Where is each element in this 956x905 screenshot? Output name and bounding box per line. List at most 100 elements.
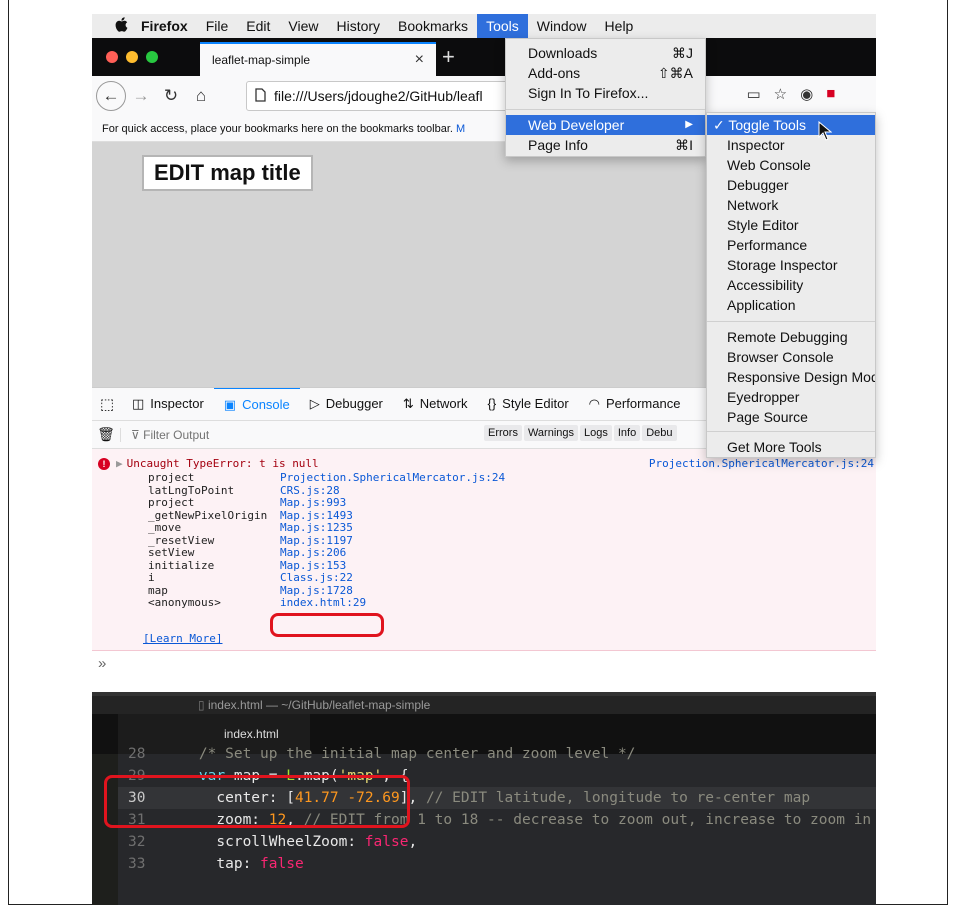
menu-tools[interactable]: Tools	[477, 14, 528, 38]
back-button[interactable]: ←	[96, 81, 126, 111]
apple-icon[interactable]	[110, 16, 132, 36]
url-text: file:///Users/jdoughe2/GitHub/leafl	[274, 88, 483, 104]
filter-info[interactable]: Info	[613, 425, 641, 441]
trash-icon[interactable]: 🗑	[92, 426, 120, 443]
close-window-button[interactable]	[106, 51, 118, 63]
menu-item-application[interactable]: Application	[707, 295, 875, 315]
tab-strip: leaflet-map-simple × +	[92, 38, 876, 76]
new-tab-button[interactable]: +	[442, 44, 455, 70]
menu-item-web-developer[interactable]: Web Developer ▶	[506, 115, 705, 135]
tab-console[interactable]: ▣ Console	[213, 388, 300, 420]
filter-logs[interactable]: Logs	[580, 425, 612, 441]
home-button[interactable]: ⌂	[186, 81, 216, 111]
menu-view[interactable]: View	[279, 14, 327, 38]
filter-errors[interactable]: Errors	[484, 425, 522, 441]
web-developer-submenu: ✓ Toggle Tools Inspector Web Console Deb…	[706, 112, 876, 458]
menu-item-debugger[interactable]: Debugger	[707, 175, 875, 195]
stack-frame: setView Map.js:206	[148, 546, 347, 559]
map-title: EDIT map title	[142, 155, 313, 191]
element-picker-icon[interactable]: ⬚	[92, 395, 122, 413]
navigation-toolbar: ← → ↻ ⌂ file:///Users/jdoughe2/GitHub/le…	[92, 76, 876, 116]
reload-button[interactable]: ↻	[156, 81, 186, 111]
stack-frame: project Map.js:993	[148, 496, 347, 509]
console-output: ! ▶ Uncaught TypeError: t is null Projec…	[92, 449, 876, 651]
error-icon: !	[98, 457, 110, 470]
console-input[interactable]: »	[92, 651, 876, 677]
minimize-window-button[interactable]	[126, 51, 138, 63]
code-line: 33 tap: false	[128, 856, 304, 872]
menu-separator	[707, 431, 875, 432]
page-icon	[255, 87, 266, 105]
macos-menubar: Firefox File Edit View History Bookmarks…	[92, 14, 876, 38]
highlight-annotation	[270, 613, 384, 637]
tools-menu: Downloads ⌘J Add-ons ⇧⌘A Sign In To Firefo…	[505, 38, 706, 157]
filter-debug[interactable]: Debu	[642, 425, 677, 441]
menu-edit[interactable]: Edit	[237, 14, 279, 38]
menu-item-storage-inspector[interactable]: Storage Inspector	[707, 255, 875, 275]
menu-item-style-editor[interactable]: Style Editor	[707, 215, 875, 235]
menu-item-responsive-design[interactable]: Responsive Design Mode	[707, 367, 875, 387]
menu-bookmarks[interactable]: Bookmarks	[389, 14, 477, 38]
stack-frame: _resetView Map.js:1197	[148, 533, 353, 547]
close-tab-icon[interactable]: ×	[415, 51, 424, 69]
network-icon: ⇅	[402, 396, 414, 411]
filter-warnings[interactable]: Warnings	[523, 425, 579, 441]
menu-item-eyedropper[interactable]: Eyedropper	[707, 387, 875, 407]
toolbar-icons: ☆ ▭ ☆ ◉ ■	[720, 85, 835, 103]
menu-history[interactable]: History	[327, 14, 389, 38]
filter-pills: Errors Warnings Logs Info Debu	[484, 425, 677, 441]
disclosure-triangle-icon[interactable]: ▶	[116, 457, 123, 470]
menu-item-sign-in[interactable]: Sign In To Firefox...	[506, 83, 705, 103]
stack-trace: project Projection.SphericalMercator.js:2…	[148, 471, 505, 609]
forward-button[interactable]: →	[126, 81, 156, 111]
file-icon: ▯	[198, 698, 208, 712]
menu-separator	[506, 109, 705, 110]
bookmarks-hint: For quick access, place your bookmarks h…	[102, 123, 453, 135]
menu-item-web-console[interactable]: Web Console	[707, 155, 875, 175]
code-line: 32 scrollWheelZoom: false,	[128, 834, 418, 850]
stack-frame: project Projection.SphericalMercator.js:2…	[148, 471, 506, 484]
url-bar[interactable]: file:///Users/jdoughe2/GitHub/leafl	[246, 81, 516, 111]
library-icon[interactable]: ☆	[774, 85, 787, 103]
extension-icon[interactable]: ■	[826, 85, 835, 103]
menu-item-page-info[interactable]: Page Info ⌘I	[506, 135, 705, 155]
learn-more-link[interactable]: [Learn More]	[143, 632, 222, 645]
error-source-link[interactable]: Projection.SphericalMercator.js:24	[649, 457, 874, 470]
menu-item-accessibility[interactable]: Accessibility	[707, 275, 875, 295]
menu-item-remote-debugging[interactable]: Remote Debugging	[707, 327, 875, 347]
editor-window-title: ▯ index.html — ~/GitHub/leaflet-map-simp…	[92, 692, 876, 714]
menu-firefox[interactable]: Firefox	[132, 14, 197, 38]
reader-view-icon[interactable]: ▭	[746, 85, 760, 103]
menu-item-add-ons[interactable]: Add-ons ⇧⌘A	[506, 63, 705, 83]
zoom-window-button[interactable]	[146, 51, 158, 63]
menu-help[interactable]: Help	[596, 14, 643, 38]
tab-performance[interactable]: ◠ Performance	[579, 388, 691, 420]
menu-item-inspector[interactable]: Inspector	[707, 135, 875, 155]
menu-window[interactable]: Window	[528, 14, 596, 38]
code-line: 28 /* Set up the initial map center and …	[128, 746, 636, 762]
tab-inspector[interactable]: ◫ Inspector	[122, 388, 214, 420]
bookmarks-manage-link[interactable]: M	[456, 123, 465, 135]
menu-separator	[707, 321, 875, 322]
account-icon[interactable]: ◉	[800, 85, 813, 103]
menu-item-get-more-tools[interactable]: Get More Tools	[707, 437, 875, 457]
tab-network[interactable]: ⇅ Network	[393, 388, 478, 420]
menu-file[interactable]: File	[197, 14, 238, 38]
menu-item-performance[interactable]: Performance	[707, 235, 875, 255]
browser-tab[interactable]: leaflet-map-simple ×	[200, 42, 436, 76]
menu-item-toggle-tools[interactable]: ✓ Toggle Tools	[707, 115, 875, 135]
menu-item-network[interactable]: Network	[707, 195, 875, 215]
tab-title: leaflet-map-simple	[212, 53, 311, 67]
error-message[interactable]: ! ▶ Uncaught TypeError: t is null	[98, 457, 319, 470]
stack-frame: _getNewPixelOrigin Map.js:1493	[148, 508, 353, 522]
filter-input[interactable]: ⊽ Filter Output	[120, 427, 209, 442]
menu-item-page-source[interactable]: Page Source	[707, 407, 875, 427]
menu-item-browser-console[interactable]: Browser Console	[707, 347, 875, 367]
stack-frame: <anonymous> index.html:29	[148, 596, 367, 609]
tab-debugger[interactable]: ▷ Debugger	[300, 388, 393, 420]
menu-item-downloads[interactable]: Downloads ⌘J	[506, 43, 705, 63]
stack-frame: i Class.js:22	[148, 571, 353, 584]
stack-frame: _move Map.js:1235	[148, 521, 353, 534]
mouse-cursor-icon	[818, 120, 833, 144]
tab-style-editor[interactable]: {} Style Editor	[477, 388, 578, 420]
